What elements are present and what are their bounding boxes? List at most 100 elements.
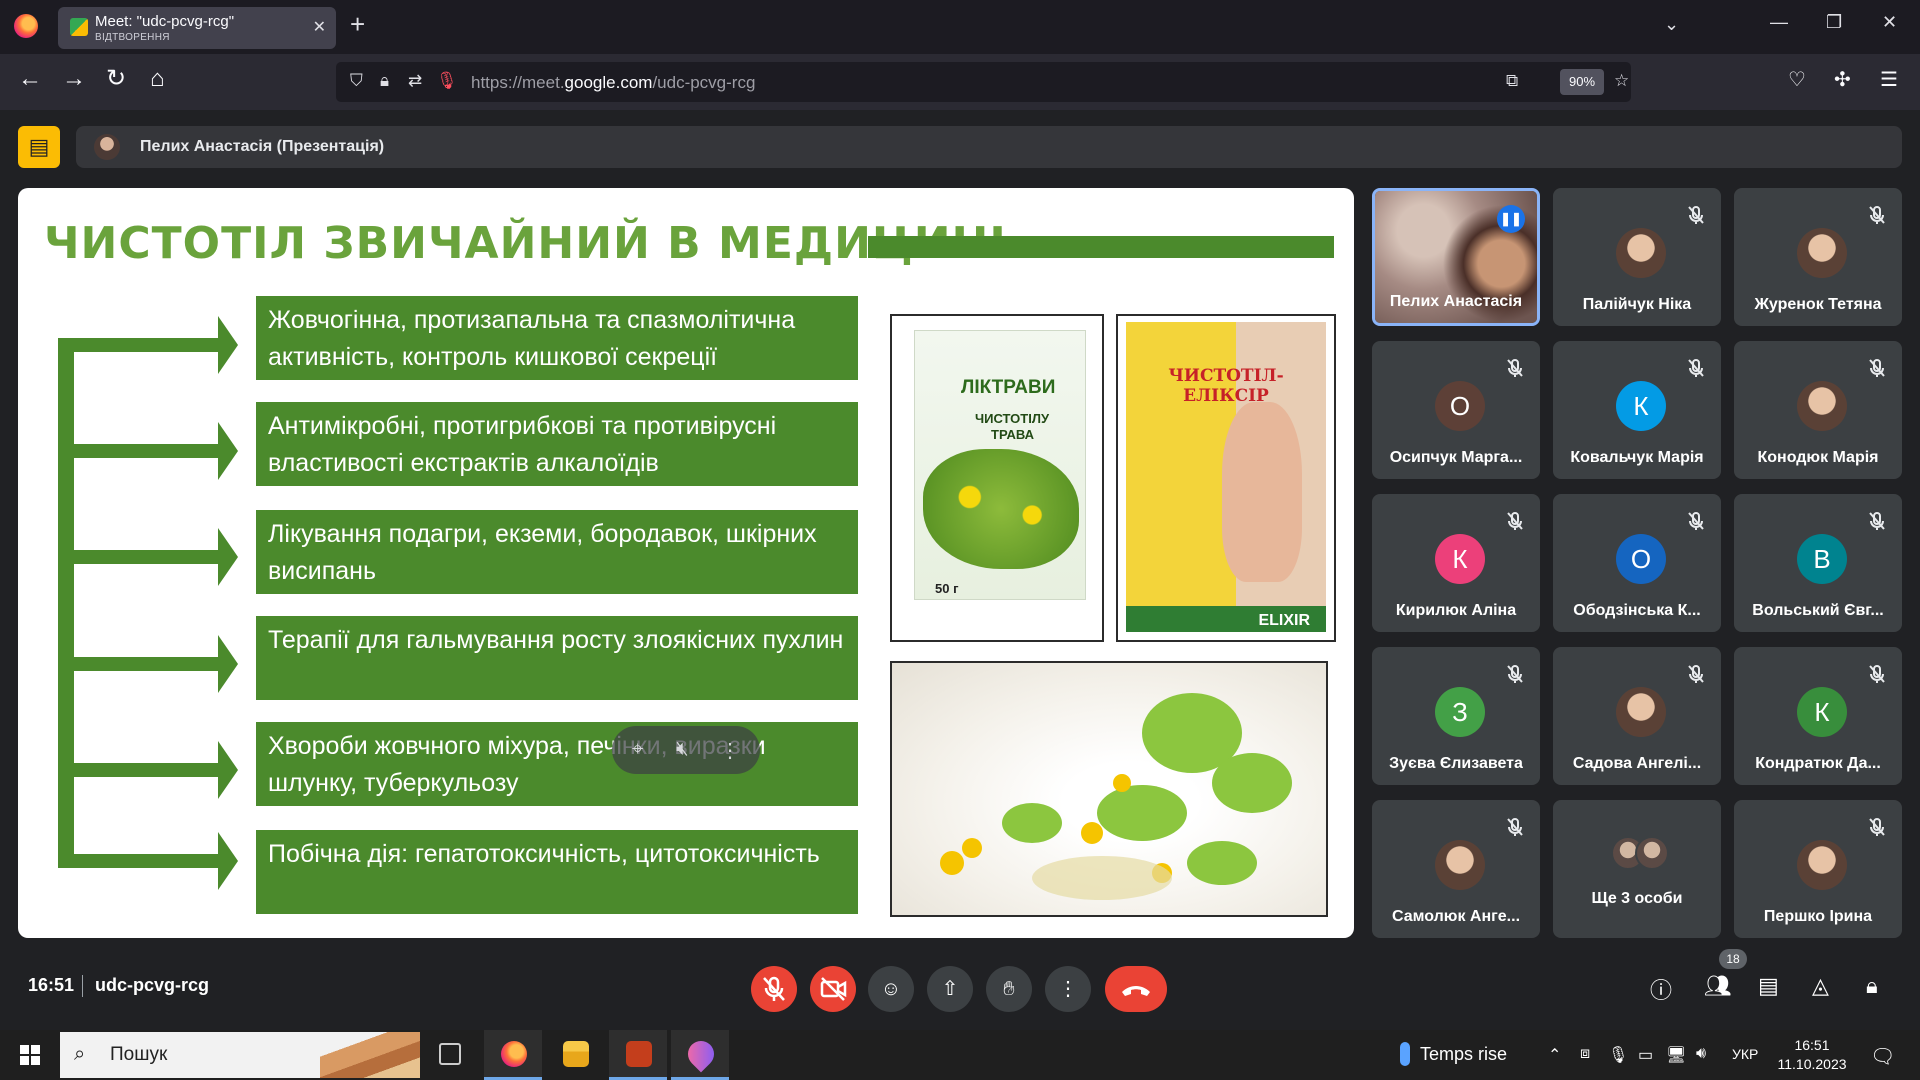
stop-presenting-icon[interactable]: ▤ <box>18 126 60 168</box>
participant-name: Кондратюк Да... <box>1755 755 1881 772</box>
participant-tile[interactable]: О Осипчук Марга... <box>1372 341 1540 479</box>
mic-off-icon <box>1504 663 1526 685</box>
hamburger-menu-icon[interactable]: ☰ <box>1880 70 1898 90</box>
forward-arrow-icon[interactable]: → <box>62 67 86 91</box>
participant-avatar: З <box>1435 687 1485 737</box>
minimize-icon[interactable]: — <box>1770 12 1788 33</box>
windows-start-icon[interactable] <box>20 1045 40 1065</box>
activities-icon[interactable]: ◬ <box>1812 973 1829 999</box>
more-options-icon[interactable]: ⋮ <box>720 738 740 763</box>
permissions-icon[interactable]: ⇄ <box>408 71 422 91</box>
powerpoint-icon[interactable] <box>609 1030 667 1080</box>
taskbar-clock[interactable]: 16:51 11.10.2023 <box>1772 1036 1852 1074</box>
celandine-plant-illustration <box>923 449 1079 569</box>
extensions-icon[interactable]: ✣ <box>1834 70 1851 90</box>
network-icon[interactable]: 🖥︎ <box>1666 1045 1686 1065</box>
volume-icon[interactable]: 🔊︎ <box>1696 1045 1706 1063</box>
pocket-icon[interactable]: ♡ <box>1788 70 1806 90</box>
url-text[interactable]: https://meet.google.com/udc-pcvg-rcg <box>471 73 755 93</box>
mic-off-icon <box>1866 204 1888 226</box>
lock-icon[interactable]: 🔒︎ <box>380 71 389 91</box>
camera-off-button[interactable] <box>810 966 856 1012</box>
participant-tile[interactable]: К Кондратюк Да... <box>1734 647 1902 785</box>
participant-avatar <box>1797 228 1847 278</box>
close-window-icon[interactable]: ✕ <box>1882 12 1897 33</box>
participant-name: Кирилюк Аліна <box>1395 602 1517 619</box>
participant-tile[interactable]: Журенок Тетяна <box>1734 188 1902 326</box>
product-image-elixir: ЧИСТОТІЛ-ЕЛІКСІР ELIXIR <box>1116 314 1336 642</box>
mic-off-icon <box>1504 816 1526 838</box>
tray-app-icon[interactable]: ⧈ <box>1580 1045 1590 1063</box>
microphone-active-icon[interactable]: 🎙︎ <box>436 71 458 91</box>
participant-tile[interactable]: К Ковальчук Марія <box>1553 341 1721 479</box>
participant-name: Садова Ангелі... <box>1572 755 1702 772</box>
bookmark-star-icon[interactable]: ☆ <box>1614 71 1629 91</box>
search-icon: ⌕ <box>74 1043 86 1065</box>
more-options-button[interactable]: ⋮ <box>1045 966 1091 1012</box>
participant-avatar: В <box>1797 534 1847 584</box>
participant-tile[interactable]: ❚❚ Пелих Анастасія <box>1372 188 1540 326</box>
weather-text[interactable]: Temps rise <box>1420 1044 1507 1065</box>
people-icon[interactable]: 👥︎ <box>1704 973 1732 999</box>
mic-off-icon <box>1866 510 1888 532</box>
participant-tile[interactable]: Самолюк Анге... <box>1372 800 1540 938</box>
unpin-icon[interactable]: ⌖ <box>632 738 643 761</box>
participant-name: Самолюк Анге... <box>1391 908 1521 925</box>
chat-icon[interactable]: ▤ <box>1758 973 1779 999</box>
battery-icon[interactable]: ▭ <box>1638 1045 1653 1065</box>
participant-name: Вольський Євг... <box>1752 602 1884 619</box>
participant-tile[interactable]: К Кирилюк Аліна <box>1372 494 1540 632</box>
tray-overflow-chevron-icon[interactable]: ⌃ <box>1548 1045 1561 1065</box>
present-screen-button[interactable]: ⇧ <box>927 966 973 1012</box>
mic-off-icon <box>1685 510 1707 532</box>
leave-call-button[interactable] <box>1105 966 1167 1012</box>
tab-close-icon[interactable]: ✕ <box>313 17 326 37</box>
meeting-details-icon[interactable]: ⓘ <box>1650 973 1672 1005</box>
presenter-avatar <box>94 134 120 160</box>
host-controls-lock-icon[interactable]: 🔒︎ <box>1866 973 1878 999</box>
speaking-indicator-icon: ❚❚ <box>1497 205 1525 233</box>
fact-box-3: Лікування подагри, екземи, бородавок, шк… <box>256 510 858 594</box>
participant-tile[interactable]: Палійчук Ніка <box>1553 188 1721 326</box>
participant-avatar: К <box>1616 381 1666 431</box>
shared-presentation[interactable]: ЧИСТОТІЛ ЗВИЧАЙНИЙ В МЕДИЦИНІ Жовчогінна… <box>18 188 1354 938</box>
raise-hand-button[interactable]: ✋︎ <box>986 966 1032 1012</box>
participant-avatar <box>1616 228 1666 278</box>
participant-name: Журенок Тетяна <box>1754 296 1882 313</box>
input-language[interactable]: УКР <box>1732 1046 1758 1062</box>
address-bar[interactable]: ⛉ 🔒︎ ⇄ 🎙︎ https://meet.google.com/udc-pc… <box>336 62 1631 102</box>
reload-icon[interactable]: ↻ <box>106 67 126 91</box>
participant-tile[interactable]: В Вольський Євг... <box>1734 494 1902 632</box>
notifications-icon[interactable]: 🗨︎ <box>1870 1044 1895 1069</box>
participant-tile[interactable]: О Ободзінська К... <box>1553 494 1721 632</box>
participant-name: Пелих Анастасія <box>1389 293 1523 310</box>
back-arrow-icon[interactable]: ← <box>18 67 42 91</box>
tray-microphone-icon[interactable]: 🎙︎ <box>1608 1045 1628 1065</box>
mic-off-icon <box>1685 204 1707 226</box>
reactions-button[interactable]: ☺ <box>868 966 914 1012</box>
zoom-level-badge[interactable]: 90% <box>1560 69 1604 95</box>
tracking-shield-icon[interactable]: ⛉ <box>350 71 363 91</box>
microphone-off-button[interactable] <box>751 966 797 1012</box>
mute-audio-icon[interactable]: 🔇︎ <box>676 738 689 761</box>
home-icon[interactable]: ⌂ <box>150 67 165 91</box>
drop-app-icon[interactable] <box>671 1030 729 1080</box>
picture-in-picture-icon[interactable]: ⧉ <box>1506 71 1518 91</box>
new-tab-plus-icon[interactable]: + <box>350 11 365 37</box>
restore-icon[interactable]: ❐ <box>1826 12 1842 33</box>
firefox-taskbar-icon[interactable] <box>484 1030 542 1080</box>
file-explorer-icon[interactable] <box>546 1030 604 1080</box>
participant-tile[interactable]: Першко Ірина <box>1734 800 1902 938</box>
participant-tile[interactable]: Ще 3 особи <box>1553 800 1721 938</box>
participant-tile[interactable]: Конодюк Марія <box>1734 341 1902 479</box>
task-view-icon[interactable] <box>420 1030 478 1080</box>
browser-tab-meet[interactable]: Meet: "udc-pcvg-rcg" ВІДТВОРЕННЯ ✕ <box>58 7 336 49</box>
camera-off-icon <box>820 977 847 1001</box>
participant-tile[interactable]: З Зуєва Єлизавета <box>1372 647 1540 785</box>
mic-off-icon <box>763 976 785 1001</box>
list-all-tabs-chevron-icon[interactable]: ⌄ <box>1664 14 1679 35</box>
browser-tab-strip: Meet: "udc-pcvg-rcg" ВІДТВОРЕННЯ ✕ + ⌄ —… <box>0 0 1920 54</box>
firefox-logo-icon[interactable] <box>14 14 38 38</box>
participant-tile[interactable]: Садова Ангелі... <box>1553 647 1721 785</box>
taskbar-search-box[interactable]: ⌕ Пошук <box>60 1032 420 1078</box>
